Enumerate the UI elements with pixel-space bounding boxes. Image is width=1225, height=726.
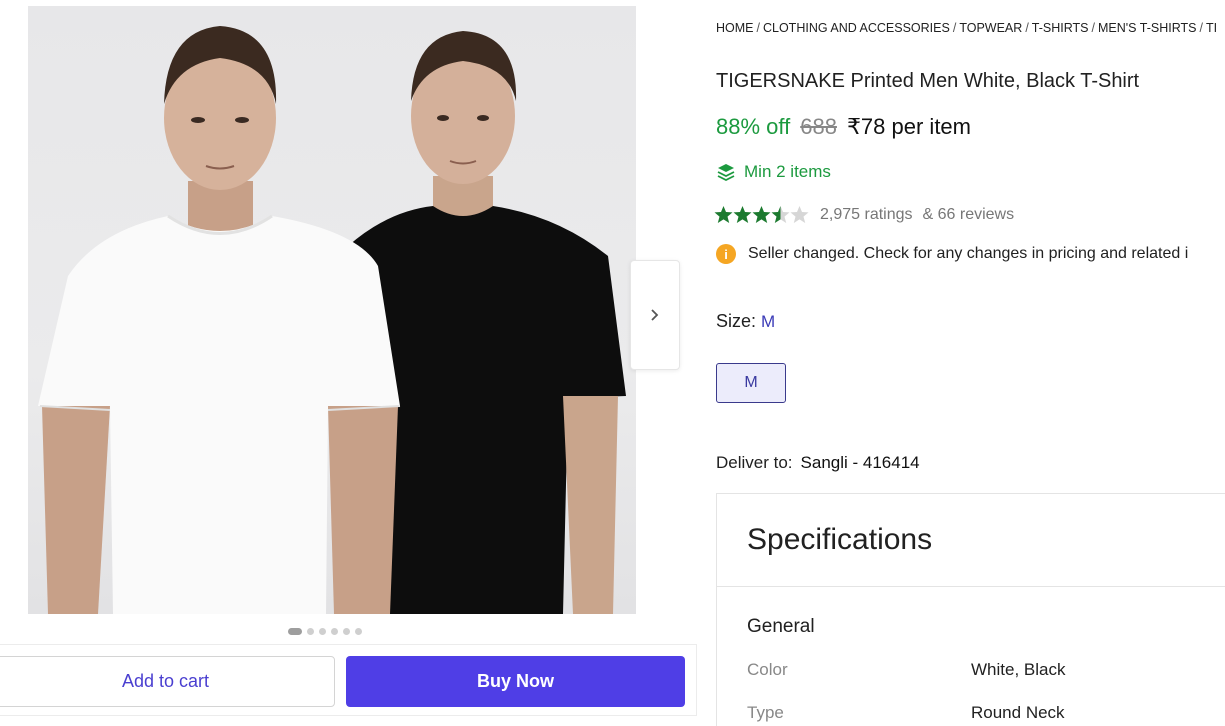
spec-value: Round Neck bbox=[971, 703, 1065, 722]
breadcrumb-topwear[interactable]: TOPWEAR bbox=[959, 21, 1022, 35]
size-label-row: Size: M bbox=[716, 311, 775, 332]
info-icon: i bbox=[716, 244, 736, 264]
breadcrumb-current[interactable]: TI bbox=[1206, 21, 1217, 35]
tshirt-models-illustration bbox=[38, 26, 626, 614]
breadcrumb-separator: / bbox=[1199, 21, 1203, 35]
spec-row: Color White, Black bbox=[747, 660, 1065, 680]
price-row: 88% off 688 ₹78 per item bbox=[716, 114, 971, 140]
carousel-dot[interactable] bbox=[288, 628, 302, 635]
image-carousel-dots bbox=[288, 628, 362, 635]
rating-row[interactable]: 2,975 ratings & 66 reviews bbox=[714, 205, 1014, 225]
add-to-cart-button[interactable]: Add to cart bbox=[0, 656, 335, 707]
breadcrumb-separator: / bbox=[952, 21, 957, 35]
buy-now-button[interactable]: Buy Now bbox=[346, 656, 685, 707]
min-quantity-label: Min 2 items bbox=[744, 162, 831, 181]
size-option-m[interactable]: M bbox=[716, 363, 786, 403]
star-rating-icon bbox=[714, 206, 809, 223]
specifications-section: Specifications General Color White, Blac… bbox=[716, 493, 1225, 726]
product-info: HOME / CLOTHING AND ACCESSORIES / TOPWEAR / T-… bbox=[714, 0, 1225, 726]
product-page: Add to cart Buy Now HOME / CLOTHING AND AC… bbox=[0, 0, 1225, 726]
breadcrumb-clothing[interactable]: CLOTHING AND ACCESSORIES bbox=[763, 21, 950, 35]
carousel-dot[interactable] bbox=[319, 628, 326, 635]
carousel-dot[interactable] bbox=[343, 628, 350, 635]
seller-notice-text: Seller changed. Check for any changes in… bbox=[748, 245, 1189, 262]
model-white-tshirt bbox=[38, 26, 401, 614]
discount-percent: 88% off bbox=[716, 114, 791, 139]
spec-key: Type bbox=[747, 703, 784, 722]
deliver-location-value: Sangli - 416414 bbox=[800, 453, 920, 472]
carousel-dot[interactable] bbox=[331, 628, 338, 635]
ratings-count: 2,975 ratings bbox=[820, 206, 913, 223]
breadcrumb-separator: / bbox=[756, 21, 760, 35]
product-image[interactable] bbox=[28, 6, 636, 614]
reviews-count: & 66 reviews bbox=[922, 206, 1015, 223]
breadcrumb-tshirts[interactable]: T-SHIRTS bbox=[1032, 21, 1089, 35]
spec-key: Color bbox=[747, 660, 788, 679]
spec-value: White, Black bbox=[971, 660, 1066, 679]
spec-group-title: General bbox=[747, 616, 815, 637]
layers-icon bbox=[717, 164, 735, 182]
min-quantity: Min 2 items bbox=[716, 162, 831, 182]
original-price: 688 bbox=[800, 114, 837, 139]
delivery-location[interactable]: Deliver to: Sangli - 416414 bbox=[716, 453, 920, 473]
deliver-label: Deliver to: bbox=[716, 453, 793, 472]
breadcrumb-separator: / bbox=[1025, 21, 1029, 35]
product-title: TIGERSNAKE Printed Men White, Black T-Sh… bbox=[716, 70, 1140, 92]
breadcrumb: HOME / CLOTHING AND ACCESSORIES / TOPWEAR / T-… bbox=[716, 21, 1217, 35]
carousel-dot[interactable] bbox=[355, 628, 362, 635]
seller-notice: i Seller changed. Check for any changes … bbox=[716, 244, 1188, 264]
breadcrumb-separator: / bbox=[1091, 21, 1096, 35]
carousel-dot[interactable] bbox=[307, 628, 314, 635]
purchase-action-bar: Add to cart Buy Now bbox=[0, 644, 697, 716]
breadcrumb-home[interactable]: HOME bbox=[716, 21, 754, 35]
breadcrumb-mens-tshirts[interactable]: MEN'S T-SHIRTS bbox=[1098, 21, 1196, 35]
chevron-right-icon bbox=[651, 309, 659, 321]
product-gallery: Add to cart Buy Now bbox=[0, 0, 700, 726]
selected-size: M bbox=[761, 312, 776, 331]
specifications-heading: Specifications bbox=[717, 494, 1225, 587]
spec-row: Type Round Neck bbox=[747, 703, 1065, 723]
next-image-button[interactable] bbox=[630, 260, 680, 370]
selling-price: ₹78 per item bbox=[846, 114, 971, 139]
size-label: Size: bbox=[716, 311, 757, 331]
rating-stars bbox=[714, 205, 810, 225]
